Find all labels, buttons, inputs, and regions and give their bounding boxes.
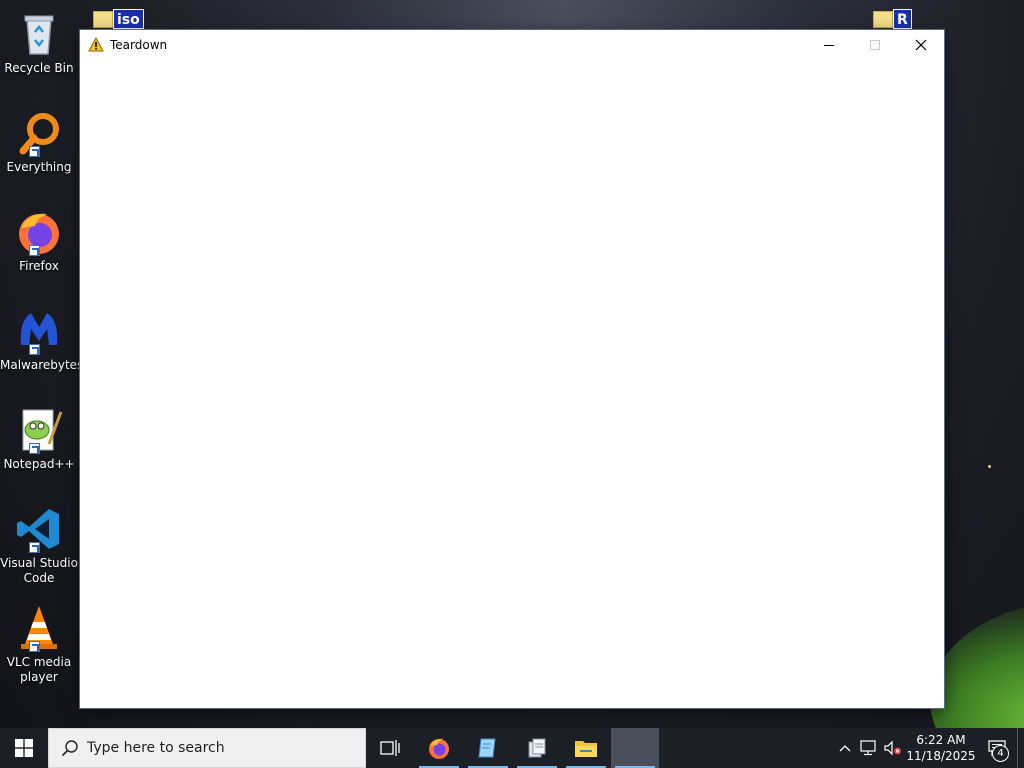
folder-badge: R bbox=[893, 9, 912, 29]
wallpaper-hill bbox=[930, 600, 1024, 728]
taskbar: Type here to search 6:22 AM 11/18/2025 4 bbox=[0, 728, 1024, 768]
everything-search-icon bbox=[15, 109, 63, 157]
volume-button[interactable] bbox=[881, 728, 905, 768]
shortcut-arrow-icon bbox=[29, 542, 40, 553]
vscode-icon bbox=[15, 505, 63, 553]
taskbar-notepad-app[interactable] bbox=[464, 728, 512, 768]
shortcut-arrow-icon bbox=[29, 245, 40, 256]
firefox-icon bbox=[429, 738, 449, 759]
desktop-icon-malwarebytes[interactable]: Malwarebytes bbox=[0, 301, 84, 373]
minimize-button[interactable] bbox=[806, 30, 852, 60]
shortcut-arrow-icon bbox=[29, 146, 40, 157]
taskbar-clock[interactable]: 6:22 AM 11/18/2025 bbox=[905, 732, 977, 764]
desktop-icon-label: Notepad++ bbox=[3, 457, 75, 471]
wallpaper-light bbox=[988, 465, 991, 468]
desktop-icon-label: Everything bbox=[6, 160, 72, 174]
volume-muted-icon bbox=[884, 740, 901, 756]
show-hidden-icons-button[interactable] bbox=[833, 728, 857, 768]
network-icon bbox=[860, 740, 876, 756]
window-title: Teardown bbox=[110, 38, 168, 52]
taskbar-firefox[interactable] bbox=[415, 728, 463, 768]
desktop-icon-r-folder[interactable]: R bbox=[873, 8, 923, 30]
iso-folder-icon bbox=[93, 11, 113, 28]
close-button[interactable] bbox=[898, 30, 944, 60]
task-view-icon bbox=[380, 740, 400, 756]
desktop-icon-vscode[interactable]: Visual Studio Code bbox=[0, 499, 78, 586]
taskbar-documents-app[interactable] bbox=[513, 728, 561, 768]
notification-count-badge: 4 bbox=[992, 745, 1009, 762]
minimize-icon bbox=[824, 45, 834, 46]
vlc-icon bbox=[15, 604, 63, 652]
teardown-window[interactable]: Teardown bbox=[80, 30, 944, 708]
start-button[interactable] bbox=[0, 728, 48, 768]
windows-logo-icon bbox=[15, 739, 33, 757]
desktop-icon-iso-folder[interactable]: iso bbox=[93, 8, 144, 30]
blank-window-icon bbox=[623, 736, 647, 760]
desktop-icon-everything[interactable]: Everything bbox=[0, 103, 78, 175]
shortcut-arrow-icon bbox=[29, 443, 40, 454]
desktop-icon-recycle-bin[interactable]: Recycle Bin bbox=[0, 4, 78, 76]
system-tray: 6:22 AM 11/18/2025 4 bbox=[833, 728, 1024, 768]
documents-app-icon bbox=[528, 738, 546, 758]
malwarebytes-icon bbox=[15, 307, 63, 355]
clock-time: 6:22 AM bbox=[916, 733, 966, 747]
search-icon bbox=[61, 740, 78, 757]
taskbar-search-box[interactable]: Type here to search bbox=[48, 728, 366, 768]
recycle-bin-icon bbox=[15, 10, 63, 58]
firefox-icon bbox=[15, 208, 63, 256]
desktop-icon-notepad-plus-plus[interactable]: Notepad++ bbox=[0, 400, 78, 472]
show-desktop-button[interactable] bbox=[1017, 728, 1024, 768]
maximize-button[interactable] bbox=[852, 30, 898, 60]
search-placeholder: Type here to search bbox=[87, 740, 225, 756]
desktop-icon-label: VLC media player bbox=[6, 655, 72, 684]
shortcut-arrow-icon bbox=[29, 344, 40, 355]
taskbar-file-explorer[interactable] bbox=[562, 728, 610, 768]
desktop-icon-label: Recycle Bin bbox=[4, 61, 74, 75]
desktop-icon-vlc[interactable]: VLC media player bbox=[0, 598, 78, 685]
folder-icon bbox=[575, 741, 597, 757]
desktop: Recycle Bin Everything Firefox Malwareby… bbox=[0, 0, 1024, 728]
clock-date: 11/18/2025 bbox=[906, 749, 976, 763]
warning-icon bbox=[88, 36, 104, 53]
desktop-icon-label: Malwarebytes bbox=[0, 358, 84, 372]
action-center-button[interactable]: 4 bbox=[977, 728, 1017, 768]
maximize-icon bbox=[870, 40, 880, 50]
folder-badge: iso bbox=[113, 9, 144, 29]
network-button[interactable] bbox=[857, 728, 881, 768]
desktop-icon-firefox[interactable]: Firefox bbox=[0, 202, 78, 274]
chevron-up-icon bbox=[839, 745, 851, 752]
notepad-app-icon bbox=[478, 738, 496, 758]
desktop-icon-label: Visual Studio Code bbox=[0, 556, 78, 585]
close-icon bbox=[915, 39, 927, 51]
window-content[interactable] bbox=[80, 60, 944, 708]
taskbar-teardown[interactable] bbox=[611, 728, 659, 768]
shortcut-arrow-icon bbox=[29, 641, 40, 652]
notepad-plus-plus-icon bbox=[15, 406, 63, 454]
task-view-button[interactable] bbox=[366, 728, 414, 768]
r-folder-icon bbox=[873, 11, 893, 28]
desktop-icon-label: Firefox bbox=[19, 259, 59, 273]
window-titlebar[interactable]: Teardown bbox=[80, 30, 944, 60]
